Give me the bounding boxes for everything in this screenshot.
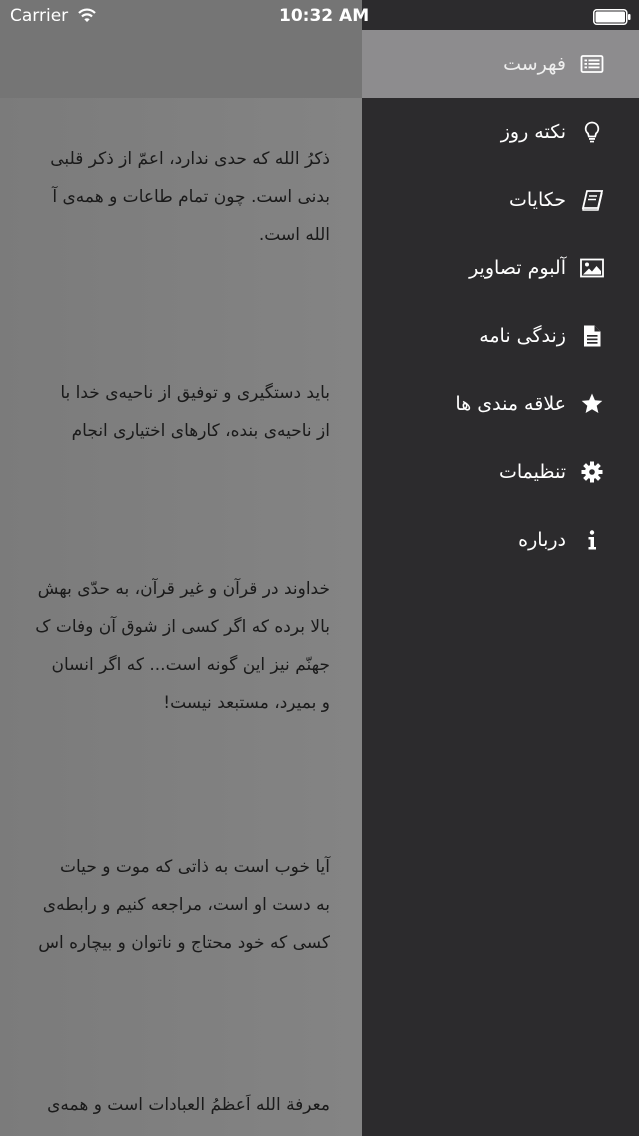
menu-item-contents[interactable]: فهرست [362, 30, 639, 98]
content-paragraph: معرفة الله اَعظمُ العبادات است و همه‌ی .… [0, 1086, 330, 1136]
menu-item-about[interactable]: درباره [362, 506, 639, 574]
menu-item-label: تنظیمات [498, 461, 566, 483]
carrier-label: Carrier [10, 6, 69, 26]
paragraph-line: بالا برده که اگر کسی از شوق آن وفات ک [35, 617, 330, 637]
image-icon [580, 258, 604, 278]
content-paragraph: باید دستگیری و توفیق از ناحیه‌ی خدا با ا… [0, 374, 330, 450]
menu-item-label: علاقه مندی ها [455, 393, 566, 415]
paragraph-line: ذکرُ الله که حدی ندارد، اعمّ از ذکر قلبی [50, 149, 330, 169]
star-icon [581, 393, 603, 413]
paragraph-line: بدنی است. چون تمام طاعات و همه‌ی آ [52, 187, 330, 207]
menu-item-label: آلبوم تصاویر [469, 257, 566, 279]
paragraph-line: باید دستگیری و توفیق از ناحیه‌ی خدا با [60, 383, 330, 403]
paragraph-line: جهنّم نیز این گونه است... که اگر انسان [51, 655, 330, 675]
paragraph-line: به دست او است، مراجعه کنیم و رابطه‌ی [42, 895, 330, 915]
paragraph-line: آیا خوب است به ذاتی که موت و حیات [60, 857, 330, 877]
content-paragraph: ذکرُ الله که حدی ندارد، اعمّ از ذکر قلبی… [0, 140, 330, 254]
paragraph-line: کسی که خود محتاج و ناتوان و بیچاره اس [38, 933, 330, 953]
menu-item-stories[interactable]: حکایات [362, 166, 639, 234]
menu-item-tip-of-day[interactable]: نکته روز [362, 98, 639, 166]
main-content[interactable]: ذکرُ الله که حدی ندارد، اعمّ از ذکر قلبی… [0, 0, 362, 1136]
battery-icon [593, 9, 631, 25]
menu-item-label: زندگی نامه [479, 325, 566, 347]
menu-item-label: فهرست [503, 53, 566, 75]
wifi-icon [78, 8, 96, 22]
book-icon [581, 190, 604, 211]
document-icon [584, 325, 601, 347]
menu-item-biography[interactable]: زندگی نامه [362, 302, 639, 370]
info-icon [588, 530, 596, 550]
status-time: 10:32 AM [279, 6, 370, 26]
menu-item-label: درباره [518, 529, 566, 551]
paragraph-line: الله است. [258, 225, 330, 245]
menu-item-photo-album[interactable]: آلبوم تصاویر [362, 234, 639, 302]
content-paragraph: آیا خوب است به ذاتی که موت و حیات به دست… [0, 848, 330, 962]
paragraph-line: خداوند در قرآن و غیر قرآن، به حدّی بهش [37, 579, 330, 599]
side-drawer-menu: فهرست نکته روز حکایات آلبوم تصاویر زندگی… [362, 30, 639, 574]
content-paragraph: خداوند در قرآن و غیر قرآن، به حدّی بهش ب… [0, 570, 330, 722]
paragraph-line: ... [0, 1124, 330, 1136]
paragraph-line: و بمیرد، مستبعد نیست! [163, 693, 330, 713]
paragraph-line: از ناحیه‌ی بنده، کارهای اختیاری انجام [71, 421, 330, 441]
menu-item-settings[interactable]: تنظیمات [362, 438, 639, 506]
menu-item-favorites[interactable]: علاقه مندی ها [362, 370, 639, 438]
gear-icon [581, 461, 603, 483]
menu-item-label: نکته روز [500, 121, 566, 143]
lightbulb-icon [584, 121, 600, 143]
list-icon [580, 55, 604, 73]
paragraph-line: معرفة الله اَعظمُ العبادات است و همه‌ی [47, 1095, 330, 1115]
menu-item-label: حکایات [509, 189, 566, 211]
